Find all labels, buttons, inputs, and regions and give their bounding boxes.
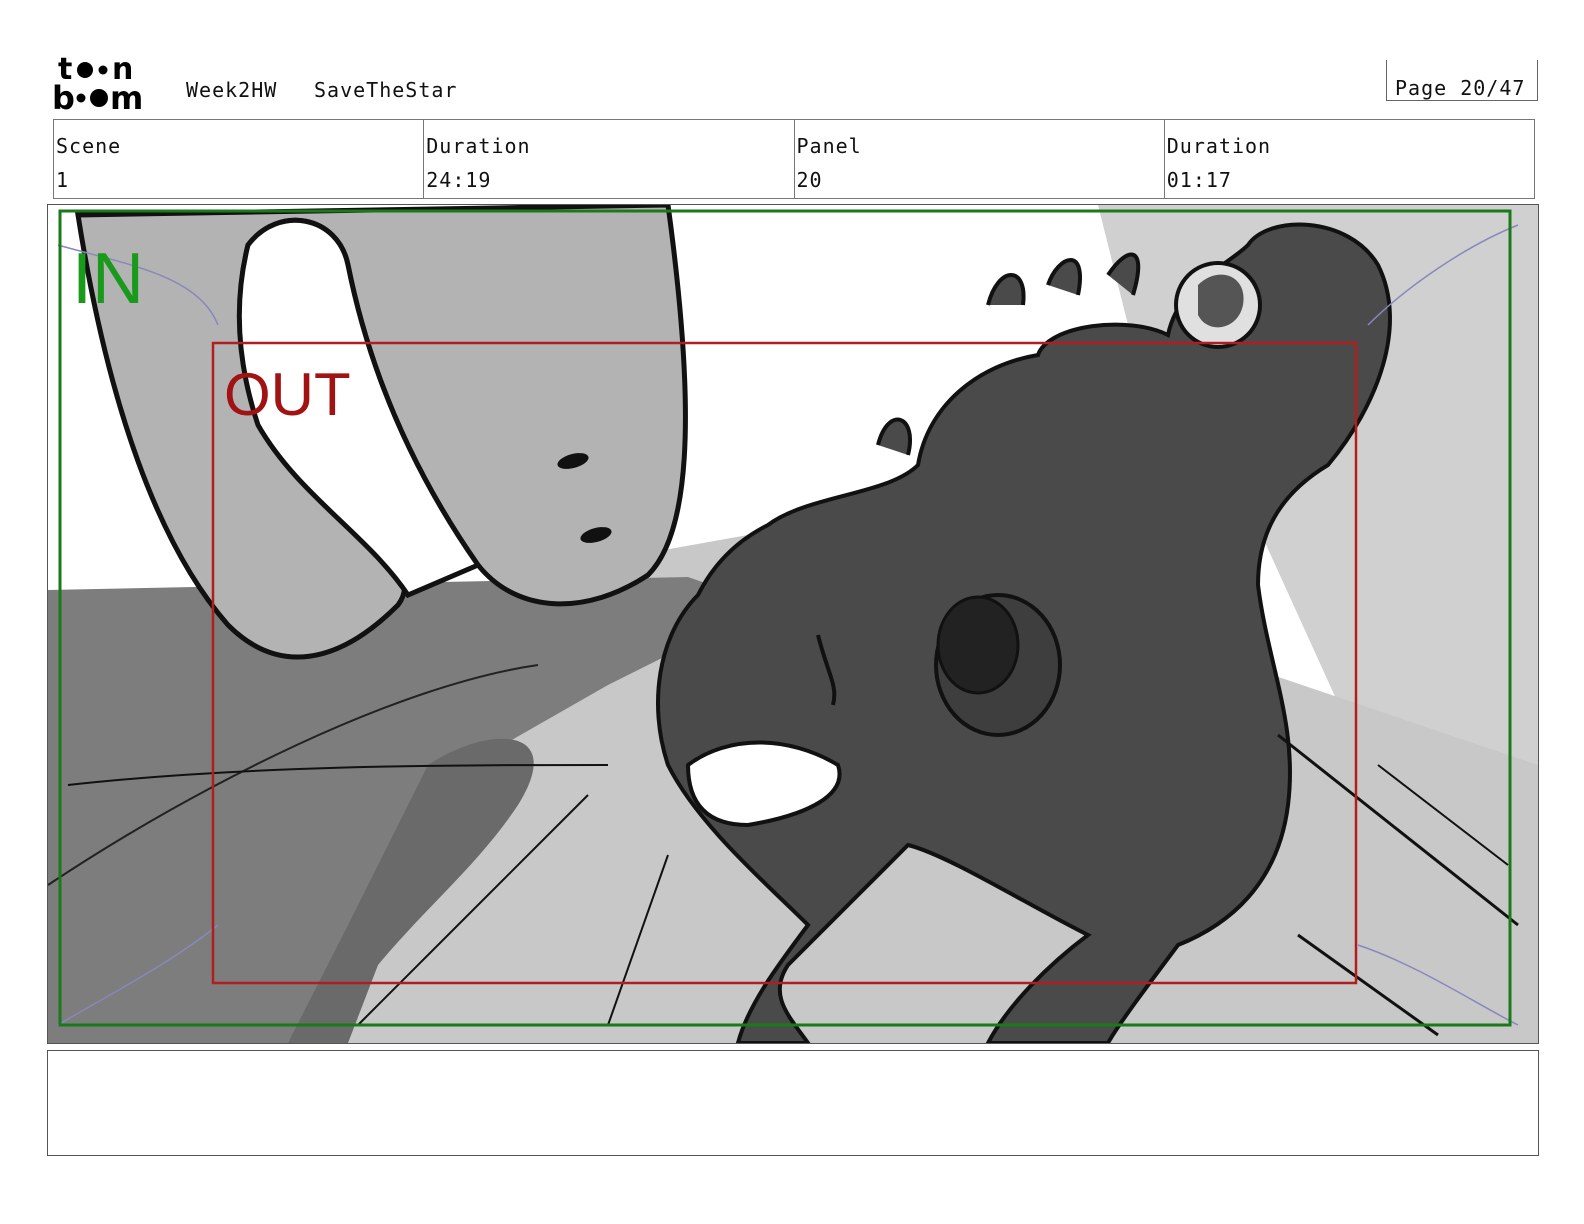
out-frame-label: OUT — [224, 361, 351, 428]
panel-duration-label: Duration — [1166, 134, 1272, 158]
in-frame-label: IN — [72, 239, 144, 319]
scene-cell: Scene 1 — [54, 120, 425, 198]
scene-label: Scene — [56, 134, 122, 158]
svg-text:m: m — [110, 79, 143, 112]
panel-drawing: IN OUT — [48, 205, 1538, 1043]
svg-text:b: b — [52, 79, 75, 112]
scene-value: 1 — [56, 168, 70, 192]
page-number: Page 20/47 — [1395, 76, 1526, 100]
panel-info-table: Scene 1 Duration 24:19 Panel 20 Duration… — [53, 119, 1535, 199]
panel-value: 20 — [796, 168, 823, 192]
scene-name: SaveTheStar — [314, 78, 458, 102]
duration-label: Duration — [426, 134, 531, 158]
duration-value: 24:19 — [426, 168, 492, 192]
project-name: Week2HW — [186, 78, 278, 102]
panel-duration-cell: Duration 01:17 — [1165, 120, 1534, 198]
panel-cell: Panel 20 — [795, 120, 1165, 198]
panel-label: Panel — [796, 134, 862, 158]
duration-cell: Duration 24:19 — [424, 120, 795, 198]
storyboard-panel: IN OUT — [47, 204, 1539, 1044]
page-indicator: Page 20/47 — [1386, 60, 1538, 101]
toonboom-logo: t n b m — [52, 52, 143, 112]
panel-duration-value: 01:17 — [1166, 168, 1232, 192]
panel-notes-box[interactable] — [47, 1050, 1539, 1156]
